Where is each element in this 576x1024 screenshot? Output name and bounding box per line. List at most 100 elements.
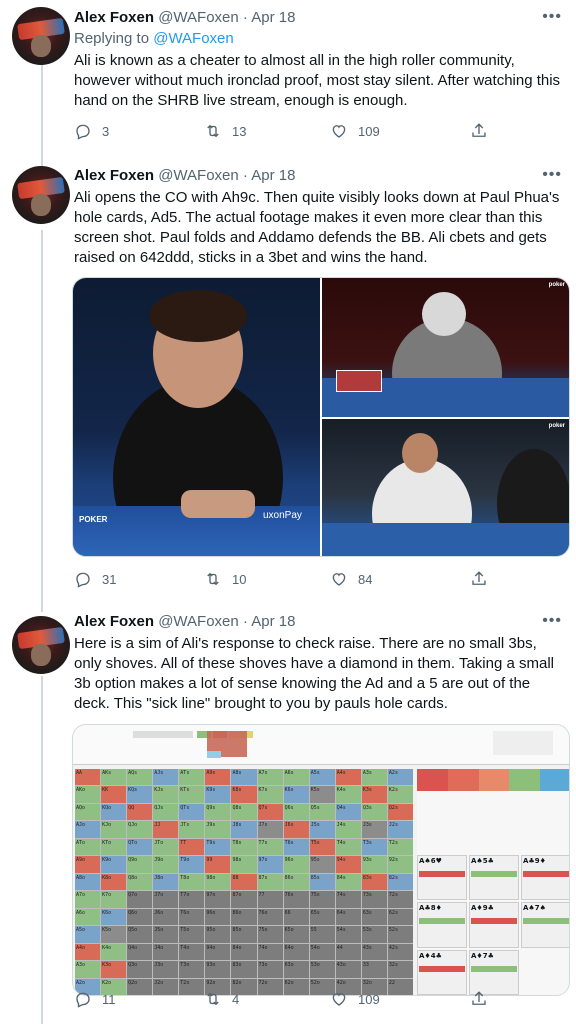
hand-panel-bar bbox=[419, 871, 465, 877]
tweet-date[interactable]: Apr 18 bbox=[251, 167, 295, 184]
reply-button[interactable]: 31 bbox=[74, 570, 116, 588]
tweet-3[interactable]: Alex Foxen @WAFoxen · Apr 18 ••• Here is… bbox=[0, 610, 576, 1024]
photo-player-seated[interactable]: poker bbox=[322, 419, 569, 556]
photo-figure bbox=[402, 433, 438, 473]
range-cell: 83o bbox=[231, 961, 257, 978]
range-cell: 93s bbox=[361, 856, 387, 873]
share-button[interactable] bbox=[470, 570, 488, 588]
photo-player-closeup[interactable]: uxonPay POKER bbox=[73, 278, 320, 556]
tweet-date[interactable]: Apr 18 bbox=[251, 613, 295, 630]
range-cell: A7s bbox=[257, 769, 283, 786]
range-cell: 52s bbox=[387, 926, 413, 943]
table-brand-text: uxonPay bbox=[263, 510, 302, 521]
range-cell: T4s bbox=[335, 838, 361, 856]
range-cell: T8s bbox=[231, 838, 257, 856]
reply-icon bbox=[76, 992, 90, 1008]
tweet-date[interactable]: Apr 18 bbox=[251, 9, 295, 26]
author-name[interactable]: Alex Foxen bbox=[74, 613, 154, 630]
like-button[interactable]: 109 bbox=[330, 990, 380, 1008]
range-cell: Q6s bbox=[283, 803, 309, 821]
range-cell: K5o bbox=[101, 926, 127, 943]
tweet-media[interactable]: uxonPay POKER poker poker bbox=[72, 277, 570, 557]
author-handle[interactable]: @WAFoxen bbox=[158, 167, 239, 184]
range-cell: J7o bbox=[153, 891, 179, 908]
range-cell: Q8s bbox=[231, 803, 257, 821]
retweet-count: 4 bbox=[232, 991, 240, 1007]
range-cell: J8o bbox=[153, 873, 179, 891]
range-cell: QTo bbox=[127, 838, 153, 856]
hand-panel: A♠5♣ bbox=[469, 855, 519, 901]
reply-count: 11 bbox=[102, 991, 116, 1007]
range-cell: K4s bbox=[335, 786, 361, 803]
range-cell: Q7s bbox=[257, 803, 283, 821]
range-cell: JTs bbox=[179, 821, 205, 838]
hand-panel-label: A♠6♥ bbox=[419, 857, 442, 865]
avatar[interactable] bbox=[12, 7, 70, 65]
range-cell: J7s bbox=[257, 821, 283, 838]
retweet-button[interactable]: 13 bbox=[204, 122, 246, 140]
poker-logo-text: poker bbox=[548, 282, 565, 288]
range-cell: T7o bbox=[179, 891, 205, 908]
photo-table bbox=[322, 523, 569, 556]
range-cell: K9s bbox=[205, 786, 231, 803]
range-cell: 54s bbox=[335, 926, 361, 943]
avatar-graphic bbox=[31, 194, 51, 216]
replying-to-link[interactable]: @WAFoxen bbox=[153, 30, 234, 47]
tweet-2[interactable]: Alex Foxen @WAFoxen · Apr 18 ••• Ali ope… bbox=[0, 160, 576, 610]
author-handle[interactable]: @WAFoxen bbox=[158, 9, 239, 26]
range-cell: A5s bbox=[309, 769, 335, 786]
retweet-count: 10 bbox=[232, 571, 247, 587]
more-options-icon[interactable]: ••• bbox=[542, 166, 562, 184]
hand-panel-bar bbox=[523, 871, 569, 877]
share-button[interactable] bbox=[470, 122, 488, 140]
range-cell: 85s bbox=[309, 873, 335, 891]
range-cell: Q5o bbox=[127, 926, 153, 943]
share-button[interactable] bbox=[470, 990, 488, 1008]
like-count: 109 bbox=[358, 123, 380, 139]
reply-button[interactable]: 3 bbox=[74, 122, 109, 140]
range-cell: K9o bbox=[101, 856, 127, 873]
author-handle[interactable]: @WAFoxen bbox=[158, 613, 239, 630]
like-button[interactable]: 109 bbox=[330, 122, 380, 140]
retweet-icon bbox=[207, 992, 219, 1006]
tweet-text: Here is a sim of Ali's response to check… bbox=[74, 635, 554, 712]
range-cell: T4o bbox=[179, 943, 205, 961]
tweet-actions: 11 4 109 bbox=[74, 990, 514, 1012]
hand-panel: A♦4♣ bbox=[417, 949, 467, 995]
hand-panel: A♠7♠ bbox=[521, 902, 569, 948]
retweet-button[interactable]: 4 bbox=[204, 990, 239, 1008]
more-options-icon[interactable]: ••• bbox=[542, 612, 562, 630]
reply-count: 31 bbox=[102, 571, 117, 587]
range-cell: 95s bbox=[309, 856, 335, 873]
range-cell: 44 bbox=[335, 943, 361, 961]
author-name[interactable]: Alex Foxen bbox=[74, 167, 154, 184]
tweet-1[interactable]: Alex Foxen @WAFoxen · Apr 18 ••• Replyin… bbox=[0, 0, 576, 160]
photo-player-cap[interactable]: poker bbox=[322, 278, 569, 417]
reply-button[interactable]: 11 bbox=[74, 990, 116, 1008]
like-button[interactable]: 84 bbox=[330, 570, 372, 588]
retweet-button[interactable]: 10 bbox=[204, 570, 246, 588]
hand-panel-bar bbox=[419, 965, 465, 972]
tweet-text: Ali opens the CO with Ah9c. Then quite v… bbox=[74, 189, 560, 266]
more-options-icon[interactable]: ••• bbox=[542, 8, 562, 26]
range-cell: 86o bbox=[231, 908, 257, 926]
range-cell: 72s bbox=[387, 891, 413, 908]
range-cell: T9s bbox=[205, 838, 231, 856]
range-cell: K8s bbox=[231, 786, 257, 803]
range-cell: A5o bbox=[75, 926, 101, 943]
author-name[interactable]: Alex Foxen bbox=[74, 9, 154, 26]
tweet-actions: 31 10 84 bbox=[74, 570, 514, 592]
range-cell: AQo bbox=[75, 803, 101, 821]
range-cell: 43s bbox=[361, 943, 387, 961]
range-cell: 65o bbox=[283, 926, 309, 943]
avatar[interactable] bbox=[12, 166, 70, 224]
avatar[interactable] bbox=[12, 616, 70, 674]
reply-count: 3 bbox=[102, 123, 110, 139]
avatar-graphic bbox=[31, 35, 51, 57]
tweet-media[interactable]: AA AKs AQs AJs ATs A9s A8s A7s A6s A5s A4s A3s A2s AK… bbox=[72, 724, 570, 996]
hand-panel-label: A♦9♣ bbox=[471, 904, 494, 913]
range-cell: Q3o bbox=[127, 961, 153, 978]
range-cell: 55 bbox=[309, 926, 335, 943]
range-cell: JJ bbox=[153, 821, 179, 838]
range-cell: 73s bbox=[361, 891, 387, 908]
